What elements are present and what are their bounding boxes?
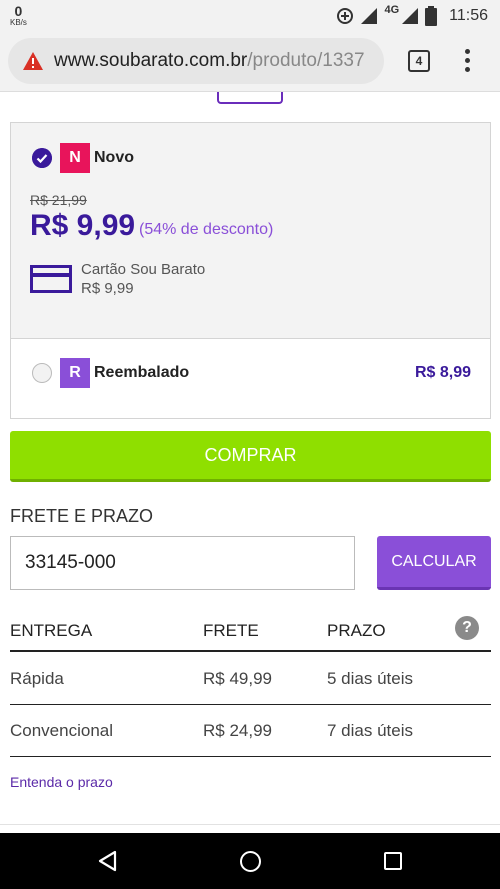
column-header-term: PRAZO [327, 621, 386, 640]
repackaged-radio[interactable] [32, 363, 52, 383]
signal-icon [361, 8, 378, 24]
system-nav-bar [0, 833, 500, 889]
cep-input[interactable] [10, 536, 355, 590]
back-icon[interactable] [97, 850, 117, 872]
repackaged-badge: R [60, 358, 90, 388]
previous-option-box[interactable] [217, 92, 283, 104]
offer-repackaged-title: Reembalado [94, 364, 190, 381]
signal-icon-2 [402, 8, 419, 24]
battery-icon [425, 6, 438, 26]
warning-triangle-icon[interactable] [22, 51, 44, 71]
network-speed-value: 0 [14, 3, 23, 19]
credit-card-icon [30, 265, 72, 293]
offer-repackaged[interactable]: R Reembalado R$ 8,99 [11, 340, 490, 418]
calculate-button[interactable]: CALCULAR [377, 536, 491, 590]
offer-options: N Novo R$ 21,99 R$ 9,99 (54% de desconto… [10, 122, 491, 419]
offer-new-title: Novo [94, 149, 134, 166]
delivery-type: Convencional [10, 721, 114, 740]
repackaged-price: R$ 8,99 [414, 364, 471, 381]
status-bar: 0 KB/s 4G 11:56 [0, 0, 500, 32]
tab-switcher-button[interactable]: 4 [408, 50, 430, 72]
table-header: ENTREGA FRETE PRAZO ? [10, 612, 491, 652]
delivery-term: 7 dias úteis [327, 721, 413, 740]
understand-term-link[interactable]: Entenda o prazo [10, 774, 113, 790]
table-row: Convencional R$ 24,99 7 dias úteis [10, 706, 491, 757]
home-icon[interactable] [240, 851, 261, 872]
discount-label: (54% de desconto) [139, 221, 274, 238]
browser-toolbar: www.soubarato.com.br/produto/1337 4 [0, 32, 500, 92]
old-price: R$ 21,99 [30, 192, 87, 208]
column-header-freight: FRETE [203, 621, 259, 640]
buy-button[interactable]: COMPRAR [10, 431, 491, 482]
recent-apps-icon[interactable] [384, 852, 402, 870]
table-row: Rápida R$ 49,99 5 dias úteis [10, 654, 491, 705]
url-path: /produto/1337 [247, 50, 365, 71]
freight-price: R$ 49,99 [203, 669, 272, 688]
delivery-type: Rápida [10, 669, 64, 688]
card-price: R$ 9,99 [81, 280, 134, 297]
current-price: R$ 9,99 [30, 209, 136, 242]
network-speed: 0 KB/s [10, 4, 27, 27]
divider [0, 824, 500, 825]
url-host: www.soubarato.com.br [54, 50, 248, 71]
freight-price: R$ 24,99 [203, 721, 272, 740]
check-circle-icon[interactable] [32, 148, 52, 168]
data-saver-icon [337, 8, 354, 24]
offer-new[interactable]: N Novo R$ 21,99 R$ 9,99 (54% de desconto… [11, 123, 490, 339]
column-header-delivery: ENTREGA [10, 621, 93, 640]
more-vert-icon[interactable] [462, 49, 472, 75]
new-badge: N [60, 143, 90, 173]
card-label: Cartão Sou Barato [81, 261, 206, 278]
delivery-term: 5 dias úteis [327, 669, 413, 688]
address-bar[interactable]: www.soubarato.com.br/produto/1337 [8, 38, 384, 84]
network-speed-unit: KB/s [10, 18, 27, 27]
clock: 11:56 [449, 7, 488, 24]
network-type: 4G [384, 4, 400, 16]
shipping-title: FRETE E PRAZO [10, 506, 154, 526]
help-circle-icon[interactable]: ? [455, 616, 479, 640]
